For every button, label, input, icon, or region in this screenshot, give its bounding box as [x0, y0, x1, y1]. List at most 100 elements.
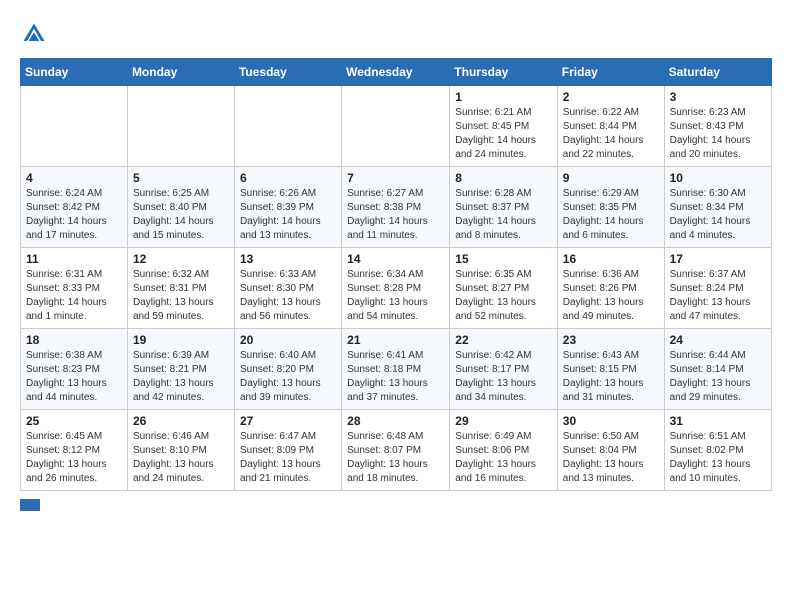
day-number: 13 [240, 252, 336, 266]
day-info: Sunrise: 6:48 AM Sunset: 8:07 PM Dayligh… [347, 430, 444, 486]
legend [20, 499, 772, 511]
day-info: Sunrise: 6:35 AM Sunset: 8:27 PM Dayligh… [455, 268, 552, 324]
day-header-monday: Monday [127, 59, 234, 86]
calendar-cell: 19 Sunrise: 6:39 AM Sunset: 8:21 PM Dayli… [127, 329, 234, 410]
day-number: 10 [670, 171, 766, 185]
calendar-cell [127, 86, 234, 167]
day-header-friday: Friday [557, 59, 664, 86]
page-header [20, 20, 772, 48]
calendar-cell: 30 Sunrise: 6:50 AM Sunset: 8:04 PM Dayli… [557, 410, 664, 491]
day-info: Sunrise: 6:27 AM Sunset: 8:38 PM Dayligh… [347, 187, 444, 243]
calendar-cell: 21Sunrise: 6:41 AM Sunset: 8:18 PM Dayli… [342, 329, 450, 410]
day-info: Sunrise: 6:45 AM Sunset: 8:12 PM Dayligh… [26, 430, 122, 486]
calendar-cell: 18 Sunrise: 6:38 AM Sunset: 8:23 PM Dayli… [21, 329, 128, 410]
day-info: Sunrise: 6:32 AM Sunset: 8:31 PM Dayligh… [133, 268, 229, 324]
calendar-cell: 26 Sunrise: 6:46 AM Sunset: 8:10 PM Dayli… [127, 410, 234, 491]
calendar-cell: 13 Sunrise: 6:33 AM Sunset: 8:30 PM Dayli… [234, 248, 341, 329]
day-header-tuesday: Tuesday [234, 59, 341, 86]
legend-color-box [20, 499, 40, 511]
calendar-cell: 4 Sunrise: 6:24 AM Sunset: 8:42 PM Daylig… [21, 167, 128, 248]
day-info: Sunrise: 6:51 AM Sunset: 8:02 PM Dayligh… [670, 430, 766, 486]
day-number: 24 [670, 333, 766, 347]
day-number: 4 [26, 171, 122, 185]
day-number: 25 [26, 414, 122, 428]
day-info: Sunrise: 6:42 AM Sunset: 8:17 PM Dayligh… [455, 349, 552, 405]
day-info: Sunrise: 6:46 AM Sunset: 8:10 PM Dayligh… [133, 430, 229, 486]
day-number: 3 [670, 90, 766, 104]
calendar-cell: 6 Sunrise: 6:26 AM Sunset: 8:39 PM Daylig… [234, 167, 341, 248]
day-number: 30 [563, 414, 659, 428]
calendar-cell [234, 86, 341, 167]
day-header-saturday: Saturday [664, 59, 771, 86]
day-info: Sunrise: 6:33 AM Sunset: 8:30 PM Dayligh… [240, 268, 336, 324]
day-info: Sunrise: 6:36 AM Sunset: 8:26 PM Dayligh… [563, 268, 659, 324]
calendar-cell: 16Sunrise: 6:36 AM Sunset: 8:26 PM Dayli… [557, 248, 664, 329]
calendar-cell: 31 Sunrise: 6:51 AM Sunset: 8:02 PM Dayli… [664, 410, 771, 491]
day-header-wednesday: Wednesday [342, 59, 450, 86]
day-info: Sunrise: 6:44 AM Sunset: 8:14 PM Dayligh… [670, 349, 766, 405]
day-number: 26 [133, 414, 229, 428]
calendar-cell: 29Sunrise: 6:49 AM Sunset: 8:06 PM Dayli… [450, 410, 558, 491]
day-info: Sunrise: 6:40 AM Sunset: 8:20 PM Dayligh… [240, 349, 336, 405]
day-info: Sunrise: 6:38 AM Sunset: 8:23 PM Dayligh… [26, 349, 122, 405]
day-info: Sunrise: 6:24 AM Sunset: 8:42 PM Dayligh… [26, 187, 122, 243]
day-number: 12 [133, 252, 229, 266]
day-number: 15 [455, 252, 552, 266]
day-info: Sunrise: 6:43 AM Sunset: 8:15 PM Dayligh… [563, 349, 659, 405]
calendar-week-row: 4 Sunrise: 6:24 AM Sunset: 8:42 PM Daylig… [21, 167, 772, 248]
calendar-cell: 11 Sunrise: 6:31 AM Sunset: 8:33 PM Dayli… [21, 248, 128, 329]
calendar-cell: 2Sunrise: 6:22 AM Sunset: 8:44 PM Daylig… [557, 86, 664, 167]
day-info: Sunrise: 6:39 AM Sunset: 8:21 PM Dayligh… [133, 349, 229, 405]
day-number: 20 [240, 333, 336, 347]
day-number: 14 [347, 252, 444, 266]
calendar-header: SundayMondayTuesdayWednesdayThursdayFrid… [21, 59, 772, 86]
day-info: Sunrise: 6:37 AM Sunset: 8:24 PM Dayligh… [670, 268, 766, 324]
calendar-cell: 24 Sunrise: 6:44 AM Sunset: 8:14 PM Dayli… [664, 329, 771, 410]
day-info: Sunrise: 6:50 AM Sunset: 8:04 PM Dayligh… [563, 430, 659, 486]
calendar-week-row: 25 Sunrise: 6:45 AM Sunset: 8:12 PM Dayli… [21, 410, 772, 491]
day-info: Sunrise: 6:31 AM Sunset: 8:33 PM Dayligh… [26, 268, 122, 324]
day-info: Sunrise: 6:25 AM Sunset: 8:40 PM Dayligh… [133, 187, 229, 243]
day-number: 17 [670, 252, 766, 266]
day-number: 28 [347, 414, 444, 428]
calendar-cell: 28 Sunrise: 6:48 AM Sunset: 8:07 PM Dayli… [342, 410, 450, 491]
day-info: Sunrise: 6:26 AM Sunset: 8:39 PM Dayligh… [240, 187, 336, 243]
day-number: 8 [455, 171, 552, 185]
day-header-thursday: Thursday [450, 59, 558, 86]
calendar-cell: 23 Sunrise: 6:43 AM Sunset: 8:15 PM Dayli… [557, 329, 664, 410]
day-number: 7 [347, 171, 444, 185]
calendar-week-row: 11 Sunrise: 6:31 AM Sunset: 8:33 PM Dayli… [21, 248, 772, 329]
calendar-week-row: 18 Sunrise: 6:38 AM Sunset: 8:23 PM Dayli… [21, 329, 772, 410]
day-number: 1 [455, 90, 552, 104]
day-number: 5 [133, 171, 229, 185]
day-number: 23 [563, 333, 659, 347]
day-info: Sunrise: 6:47 AM Sunset: 8:09 PM Dayligh… [240, 430, 336, 486]
day-number: 31 [670, 414, 766, 428]
calendar-cell: 25 Sunrise: 6:45 AM Sunset: 8:12 PM Dayli… [21, 410, 128, 491]
calendar-cell [342, 86, 450, 167]
calendar-cell: 1Sunrise: 6:21 AM Sunset: 8:45 PM Daylig… [450, 86, 558, 167]
day-number: 6 [240, 171, 336, 185]
day-number: 2 [563, 90, 659, 104]
day-number: 18 [26, 333, 122, 347]
calendar-cell: 20 Sunrise: 6:40 AM Sunset: 8:20 PM Dayli… [234, 329, 341, 410]
day-number: 27 [240, 414, 336, 428]
calendar-cell: 5 Sunrise: 6:25 AM Sunset: 8:40 PM Daylig… [127, 167, 234, 248]
day-number: 21 [347, 333, 444, 347]
day-number: 9 [563, 171, 659, 185]
logo [20, 20, 52, 48]
day-header-sunday: Sunday [21, 59, 128, 86]
day-number: 29 [455, 414, 552, 428]
calendar-cell: 27 Sunrise: 6:47 AM Sunset: 8:09 PM Dayli… [234, 410, 341, 491]
day-number: 19 [133, 333, 229, 347]
day-info: Sunrise: 6:34 AM Sunset: 8:28 PM Dayligh… [347, 268, 444, 324]
day-info: Sunrise: 6:28 AM Sunset: 8:37 PM Dayligh… [455, 187, 552, 243]
calendar-cell: 17 Sunrise: 6:37 AM Sunset: 8:24 PM Dayli… [664, 248, 771, 329]
day-info: Sunrise: 6:23 AM Sunset: 8:43 PM Dayligh… [670, 106, 766, 162]
day-info: Sunrise: 6:30 AM Sunset: 8:34 PM Dayligh… [670, 187, 766, 243]
calendar-cell: 12 Sunrise: 6:32 AM Sunset: 8:31 PM Dayli… [127, 248, 234, 329]
day-number: 22 [455, 333, 552, 347]
calendar-cell: 22 Sunrise: 6:42 AM Sunset: 8:17 PM Dayli… [450, 329, 558, 410]
calendar-table: SundayMondayTuesdayWednesdayThursdayFrid… [20, 58, 772, 491]
day-number: 11 [26, 252, 122, 266]
